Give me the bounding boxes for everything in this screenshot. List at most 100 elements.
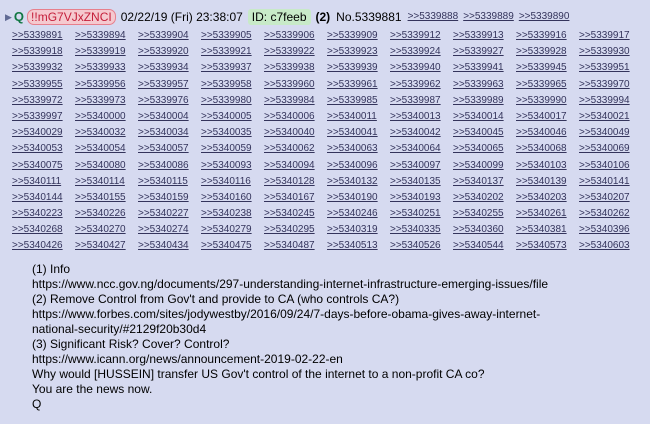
reply-link[interactable]: >>5339938	[264, 60, 327, 76]
reply-link[interactable]: >>5340059	[201, 141, 264, 157]
reply-link[interactable]: >>5340040	[264, 125, 327, 141]
reply-link[interactable]: >>5340128	[264, 174, 327, 190]
reply-link[interactable]: >>5339905	[201, 28, 264, 44]
reply-link[interactable]: >>5339891	[12, 28, 75, 44]
reply-link[interactable]: >>5339916	[516, 28, 579, 44]
reply-link[interactable]: >>5339985	[327, 93, 390, 109]
reply-link[interactable]: >>5340274	[138, 222, 201, 238]
reply-link[interactable]: >>5340226	[75, 206, 138, 222]
reply-link[interactable]: >>5339939	[327, 60, 390, 76]
reply-link[interactable]: >>5339922	[264, 44, 327, 60]
reply-link[interactable]: >>5340160	[201, 190, 264, 206]
reply-link[interactable]: >>5340045	[453, 125, 516, 141]
reply-link[interactable]: >>5340021	[579, 109, 642, 125]
reply-link[interactable]: >>5339934	[138, 60, 201, 76]
reply-link[interactable]: >>5340086	[138, 158, 201, 174]
reply-link[interactable]: >>5340426	[12, 238, 75, 254]
reply-link[interactable]: >>5339918	[12, 44, 75, 60]
reply-link[interactable]: >>5340190	[327, 190, 390, 206]
reply-link[interactable]: >>5340202	[453, 190, 516, 206]
reply-link[interactable]: >>5339940	[390, 60, 453, 76]
reply-link[interactable]: >>5339973	[75, 93, 138, 109]
reply-link[interactable]: >>5340035	[201, 125, 264, 141]
reply-link[interactable]: >>5339960	[264, 77, 327, 93]
post-menu-triangle-icon[interactable]: ▶	[5, 9, 12, 25]
reply-link[interactable]: >>5340093	[201, 158, 264, 174]
reply-link[interactable]: >>5339919	[75, 44, 138, 60]
reply-link[interactable]: >>5340193	[390, 190, 453, 206]
reply-link[interactable]: >>5339965	[516, 77, 579, 93]
reply-link[interactable]: >>5340069	[579, 141, 642, 157]
reply-link[interactable]: >>5340017	[516, 109, 579, 125]
reply-link[interactable]: >>5340270	[75, 222, 138, 238]
reply-link[interactable]: >>5340011	[327, 109, 390, 125]
reply-link[interactable]: >>5340279	[201, 222, 264, 238]
reply-link[interactable]: >>5339997	[12, 109, 75, 125]
reply-link[interactable]: >>5340144	[12, 190, 75, 206]
reply-link[interactable]: >>5339972	[12, 93, 75, 109]
reply-link[interactable]: >>5340115	[138, 174, 201, 190]
reply-link[interactable]: >>5340062	[264, 141, 327, 157]
reply-link[interactable]: >>5340227	[138, 206, 201, 222]
reply-link[interactable]: >>5339961	[327, 77, 390, 93]
reply-link[interactable]: >>5340295	[264, 222, 327, 238]
reply-link[interactable]: >>5340063	[327, 141, 390, 157]
reply-link[interactable]: >>5339894	[75, 28, 138, 44]
reply-link[interactable]: >>5339994	[579, 93, 642, 109]
reply-link[interactable]: >>5340573	[516, 238, 579, 254]
reply-link[interactable]: >>5340238	[201, 206, 264, 222]
reply-link[interactable]: >>5340487	[264, 238, 327, 254]
reply-link[interactable]: >>5339912	[390, 28, 453, 44]
reply-link[interactable]: >>5340155	[75, 190, 138, 206]
reply-link[interactable]: >>5340053	[12, 141, 75, 157]
reply-link[interactable]: >>5340064	[390, 141, 453, 157]
reply-link[interactable]: >>5340080	[75, 158, 138, 174]
reply-link[interactable]: >>5340103	[516, 158, 579, 174]
reply-link[interactable]: >>5340032	[75, 125, 138, 141]
reply-link[interactable]: >>5340434	[138, 238, 201, 254]
reply-link[interactable]: >>5340041	[327, 125, 390, 141]
reply-link[interactable]: >>5339955	[12, 77, 75, 93]
reply-link[interactable]: >>5340006	[264, 109, 327, 125]
reply-link[interactable]: >>5340046	[516, 125, 579, 141]
reply-link[interactable]: >>5339890	[519, 9, 570, 25]
reply-link[interactable]: >>5339909	[327, 28, 390, 44]
reply-link[interactable]: >>5339921	[201, 44, 264, 60]
reply-link[interactable]: >>5339987	[390, 93, 453, 109]
reply-link[interactable]: >>5340000	[75, 109, 138, 125]
reply-link[interactable]: >>5340068	[516, 141, 579, 157]
reply-link[interactable]: >>5340005	[201, 109, 264, 125]
reply-link[interactable]: >>5340013	[390, 109, 453, 125]
reply-link[interactable]: >>5340251	[390, 206, 453, 222]
reply-link[interactable]: >>5339951	[579, 60, 642, 76]
reply-link[interactable]: >>5339937	[201, 60, 264, 76]
reply-link[interactable]: >>5340106	[579, 158, 642, 174]
reply-link[interactable]: >>5340054	[75, 141, 138, 157]
reply-link[interactable]: >>5339984	[264, 93, 327, 109]
reply-link[interactable]: >>5340097	[390, 158, 453, 174]
reply-link[interactable]: >>5339957	[138, 77, 201, 93]
reply-link[interactable]: >>5340014	[453, 109, 516, 125]
reply-link[interactable]: >>5339970	[579, 77, 642, 93]
reply-link[interactable]: >>5340603	[579, 238, 642, 254]
reply-link[interactable]: >>5340137	[453, 174, 516, 190]
reply-link[interactable]: >>5340513	[327, 238, 390, 254]
reply-link[interactable]: >>5340207	[579, 190, 642, 206]
reply-link[interactable]: >>5340065	[453, 141, 516, 157]
reply-link[interactable]: >>5340427	[75, 238, 138, 254]
reply-link[interactable]: >>5339928	[516, 44, 579, 60]
reply-link[interactable]: >>5340335	[390, 222, 453, 238]
reply-link[interactable]: >>5340223	[12, 206, 75, 222]
reply-link[interactable]: >>5339924	[390, 44, 453, 60]
reply-link[interactable]: >>5340075	[12, 158, 75, 174]
reply-link[interactable]: >>5339933	[75, 60, 138, 76]
reply-link[interactable]: >>5340034	[138, 125, 201, 141]
reply-link[interactable]: >>5339906	[264, 28, 327, 44]
reply-link[interactable]: >>5340057	[138, 141, 201, 157]
reply-link[interactable]: >>5340141	[579, 174, 642, 190]
reply-link[interactable]: >>5339923	[327, 44, 390, 60]
reply-link[interactable]: >>5340319	[327, 222, 390, 238]
reply-link[interactable]: >>5339945	[516, 60, 579, 76]
reply-link[interactable]: >>5340135	[390, 174, 453, 190]
reply-link[interactable]: >>5339917	[579, 28, 642, 44]
